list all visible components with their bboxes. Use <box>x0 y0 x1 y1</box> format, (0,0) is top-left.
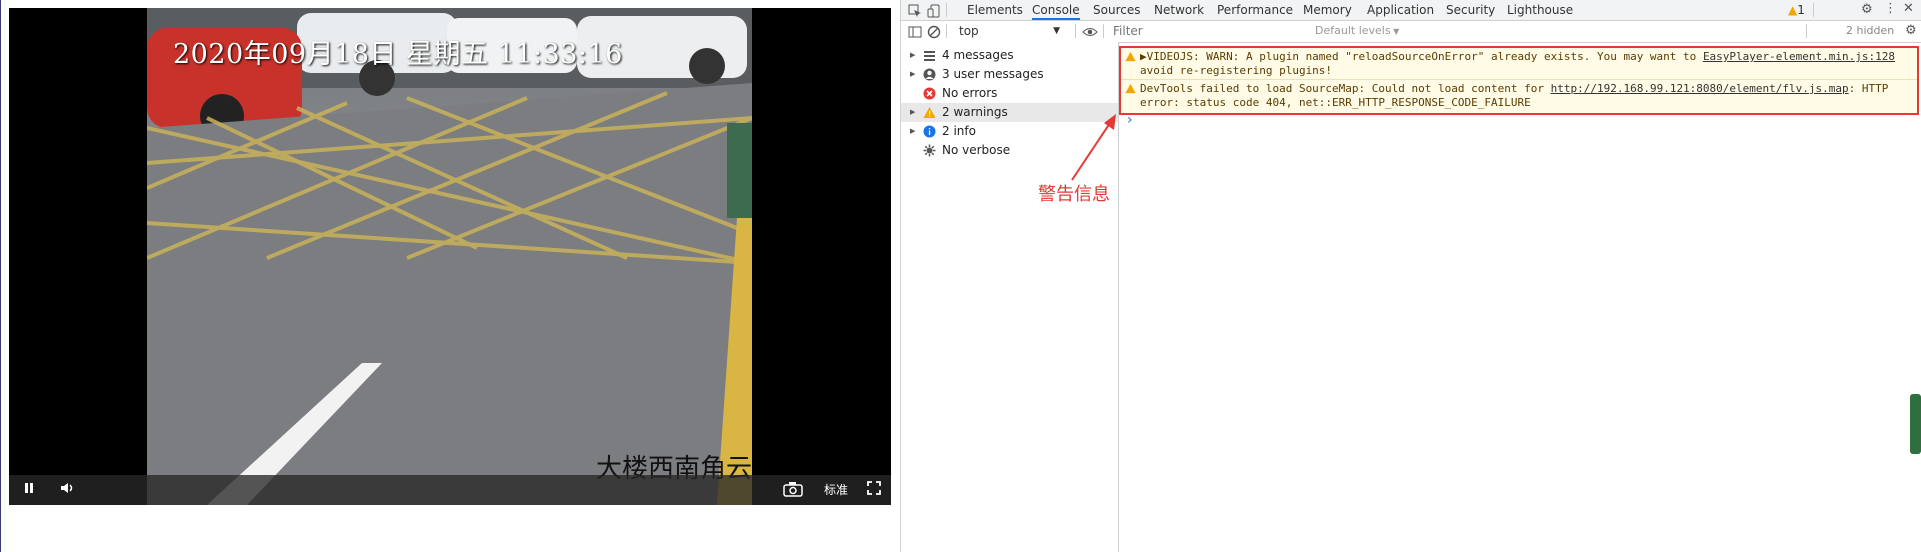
warning-icon <box>923 107 936 118</box>
error-icon <box>923 87 936 100</box>
sidebar-item-messages[interactable]: ▶ 4 messages <box>901 46 1118 65</box>
sidebar-toggle-icon <box>908 26 922 38</box>
console-settings-button[interactable]: ⚙ <box>1905 23 1917 38</box>
toolbar-divider <box>1813 3 1814 17</box>
tab-memory[interactable]: Memory <box>1303 0 1352 20</box>
video-frame: 2020年09月18日 星期五 11:33:16 大楼西南角云 <box>147 8 752 505</box>
device-icon <box>927 4 940 18</box>
device-toolbar-button[interactable] <box>927 3 941 22</box>
annotation-arrow <box>1071 114 1116 181</box>
tab-console[interactable]: Console <box>1032 0 1080 20</box>
warning-icon <box>1125 51 1136 62</box>
live-expression-button[interactable] <box>1082 24 1098 43</box>
message-text: avoid re-registering plugins! <box>1140 64 1333 77</box>
inspect-element-button[interactable] <box>908 3 922 22</box>
close-devtools-button[interactable]: ✕ <box>1903 1 1914 16</box>
verbose-icon <box>923 144 936 157</box>
list-icon <box>924 51 935 61</box>
devtools-tab-bar: Elements Console Sources Network Perform… <box>901 0 1921 21</box>
console-message-warning[interactable]: DevTools failed to load SourceMap: Could… <box>1121 80 1917 113</box>
volume-icon <box>61 483 73 493</box>
clear-icon <box>927 25 941 39</box>
log-levels-dropdown[interactable]: Default levels ▼ <box>1315 23 1399 40</box>
message-source-link[interactable]: EasyPlayer-element.min.js:128 <box>1703 50 1895 63</box>
filter-input[interactable] <box>1109 23 1313 38</box>
timestamp-overlay: 2020年09月18日 星期五 11:33:16 <box>173 39 623 70</box>
context-selector[interactable]: top ▼ <box>953 23 1063 39</box>
message-text: error: status code 404, net::ERR_HTTP_RE… <box>1140 96 1531 109</box>
gear-icon: ⚙ <box>1861 2 1873 17</box>
camera-icon <box>783 482 803 497</box>
warning-annotation-label: 警告信息 <box>1038 184 1110 205</box>
clear-console-button[interactable] <box>927 24 941 43</box>
dropdown-arrow-icon: ▼ <box>1053 26 1060 36</box>
quality-button[interactable]: 标准 <box>821 481 851 499</box>
expand-arrow-icon: ▶ <box>910 51 916 59</box>
pause-icon <box>25 483 33 493</box>
tab-network[interactable]: Network <box>1154 0 1204 20</box>
player-control-bar: 标准 <box>9 475 891 505</box>
web-page: 2020年09月18日 星期五 11:33:16 大楼西南角云 标准 <box>0 0 900 552</box>
sourcemap-url-link[interactable]: http://192.168.99.121:8080/element/flv.j… <box>1551 82 1849 95</box>
toolbar-divider <box>1103 24 1104 38</box>
eye-icon <box>1082 28 1098 36</box>
sidebar-item-errors[interactable]: No errors <box>901 84 1118 103</box>
video-player[interactable]: 2020年09月18日 星期五 11:33:16 大楼西南角云 标准 <box>9 8 891 505</box>
console-toolbar: top ▼ Default levels ▼ 2 hidden ⚙ <box>901 21 1921 43</box>
cursor-select-icon <box>908 4 921 17</box>
message-text: ▶VIDEOJS: WARN: A plugin named "reloadSo… <box>1140 50 1697 63</box>
window-edge <box>0 0 1 552</box>
tab-elements[interactable]: Elements <box>967 0 1023 20</box>
dropdown-arrow-icon: ▼ <box>1390 27 1400 36</box>
volume-button[interactable] <box>59 481 77 499</box>
toolbar-divider <box>946 3 947 17</box>
close-icon: ✕ <box>1903 1 1914 16</box>
user-icon <box>923 68 936 81</box>
tab-security[interactable]: Security <box>1446 0 1495 20</box>
parking-lot-scene <box>147 8 752 505</box>
warning-icon <box>1125 83 1136 94</box>
expand-arrow-icon: ▶ <box>910 127 916 135</box>
devtools-panel: Elements Console Sources Network Perform… <box>900 0 1921 552</box>
console-message-warning[interactable]: ▶VIDEOJS: WARN: A plugin named "reloadSo… <box>1121 48 1917 80</box>
console-prompt[interactable]: › <box>1127 112 1133 128</box>
toolbar-divider <box>1075 24 1076 38</box>
gear-icon: ⚙ <box>1905 23 1917 38</box>
console-output: ▶VIDEOJS: WARN: A plugin named "reloadSo… <box>1119 42 1921 552</box>
tab-application[interactable]: Application <box>1367 0 1434 20</box>
side-scroll-handle[interactable] <box>1910 394 1921 454</box>
fullscreen-button[interactable] <box>866 481 882 499</box>
expand-arrow-icon: ▶ <box>910 70 916 78</box>
hidden-messages-count: 2 hidden <box>1846 24 1895 37</box>
tab-performance[interactable]: Performance <box>1217 0 1293 20</box>
pause-button[interactable] <box>21 481 37 499</box>
info-icon <box>923 125 936 138</box>
sidebar-item-user-messages[interactable]: ▶ 3 user messages <box>901 65 1118 84</box>
kebab-menu-icon: ⋮ <box>1884 1 1897 16</box>
settings-button[interactable]: ⚙ <box>1861 2 1873 17</box>
warning-counter-icon: ▲ <box>1788 3 1798 17</box>
sidebar-toggle-button[interactable] <box>908 24 922 43</box>
more-options-button[interactable]: ⋮ <box>1884 1 1897 16</box>
warning-counter[interactable]: ▲1 <box>1788 3 1805 17</box>
expand-arrow-icon: ▶ <box>910 108 916 116</box>
tab-sources[interactable]: Sources <box>1093 0 1140 20</box>
snapshot-button[interactable] <box>782 481 804 499</box>
toolbar-divider <box>946 24 947 38</box>
fullscreen-icon <box>867 481 881 495</box>
message-text: DevTools failed to load SourceMap: Could… <box>1140 82 1889 95</box>
tab-lighthouse[interactable]: Lighthouse <box>1507 0 1573 20</box>
toolbar-divider <box>1806 24 1807 38</box>
